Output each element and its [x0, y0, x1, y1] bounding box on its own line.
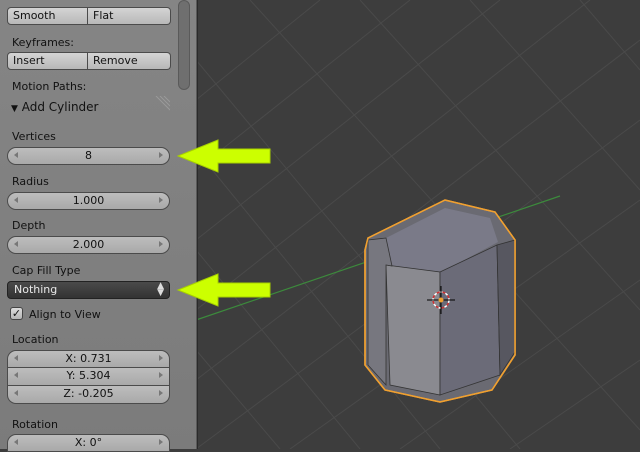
align-to-view-checkbox[interactable]: ✓: [10, 307, 23, 320]
increment-arrow-icon[interactable]: [159, 197, 163, 203]
decrement-arrow-icon[interactable]: [14, 372, 18, 378]
smooth-button[interactable]: Smooth: [7, 7, 88, 25]
location-label: Location: [12, 333, 59, 346]
cap-fill-type-dropdown[interactable]: Nothing ▲ ▼: [7, 281, 170, 299]
rotation-x-field[interactable]: X: 0°: [7, 434, 170, 452]
decrement-arrow-icon[interactable]: [14, 241, 18, 247]
increment-arrow-icon[interactable]: [159, 355, 163, 361]
decrement-arrow-icon[interactable]: [14, 439, 18, 445]
location-x-field[interactable]: X: 0.731: [7, 350, 170, 368]
radius-label: Radius: [12, 175, 49, 188]
location-z-field[interactable]: Z: -0.205: [7, 386, 170, 404]
decrement-arrow-icon[interactable]: [14, 152, 18, 158]
flat-button[interactable]: Flat: [88, 7, 171, 25]
depth-value: 2.000: [72, 238, 105, 251]
keyframes-label: Keyframes:: [12, 36, 74, 49]
depth-label: Depth: [12, 219, 46, 232]
increment-arrow-icon[interactable]: [159, 152, 163, 158]
vertices-field[interactable]: 8: [7, 147, 170, 165]
location-x-value: X: 0.731: [65, 352, 112, 365]
cap-fill-type-value: Nothing: [14, 283, 58, 296]
decrement-arrow-icon[interactable]: [14, 355, 18, 361]
panel-scrollbar[interactable]: [178, 0, 190, 90]
vertices-label: Vertices: [12, 130, 56, 143]
increment-arrow-icon[interactable]: [159, 390, 163, 396]
motion-paths-label: Motion Paths:: [12, 80, 87, 93]
depth-field[interactable]: 2.000: [7, 236, 170, 254]
vertices-value: 8: [85, 149, 92, 162]
location-y-value: Y: 5.304: [66, 369, 111, 382]
panel-grip-icon[interactable]: [152, 96, 170, 114]
increment-arrow-icon[interactable]: [159, 241, 163, 247]
increment-arrow-icon[interactable]: [159, 372, 163, 378]
updown-arrows-icon: ▲ ▼: [157, 281, 164, 298]
remove-keyframe-button[interactable]: Remove: [88, 52, 171, 70]
increment-arrow-icon[interactable]: [159, 439, 163, 445]
rotation-label: Rotation: [12, 418, 59, 431]
operator-header[interactable]: ▼ Add Cylinder: [11, 100, 98, 114]
collapse-triangle-icon: ▼: [11, 104, 18, 114]
radius-value: 1.000: [72, 194, 105, 207]
decrement-arrow-icon[interactable]: [14, 197, 18, 203]
location-y-field[interactable]: Y: 5.304: [7, 368, 170, 386]
decrement-arrow-icon[interactable]: [14, 390, 18, 396]
rotation-x-value: X: 0°: [74, 436, 103, 449]
align-to-view-label[interactable]: Align to View: [29, 308, 101, 321]
operator-title: Add Cylinder: [21, 100, 99, 114]
insert-keyframe-button[interactable]: Insert: [7, 52, 88, 70]
location-z-value: Z: -0.205: [63, 387, 114, 400]
tool-panel: Smooth Flat Keyframes: Insert Remove Mot…: [0, 0, 197, 452]
annotation-arrow-icon: [176, 139, 271, 173]
radius-field[interactable]: 1.000: [7, 192, 170, 210]
annotation-arrow-icon: [176, 273, 271, 307]
cap-fill-type-label: Cap Fill Type: [12, 264, 81, 277]
